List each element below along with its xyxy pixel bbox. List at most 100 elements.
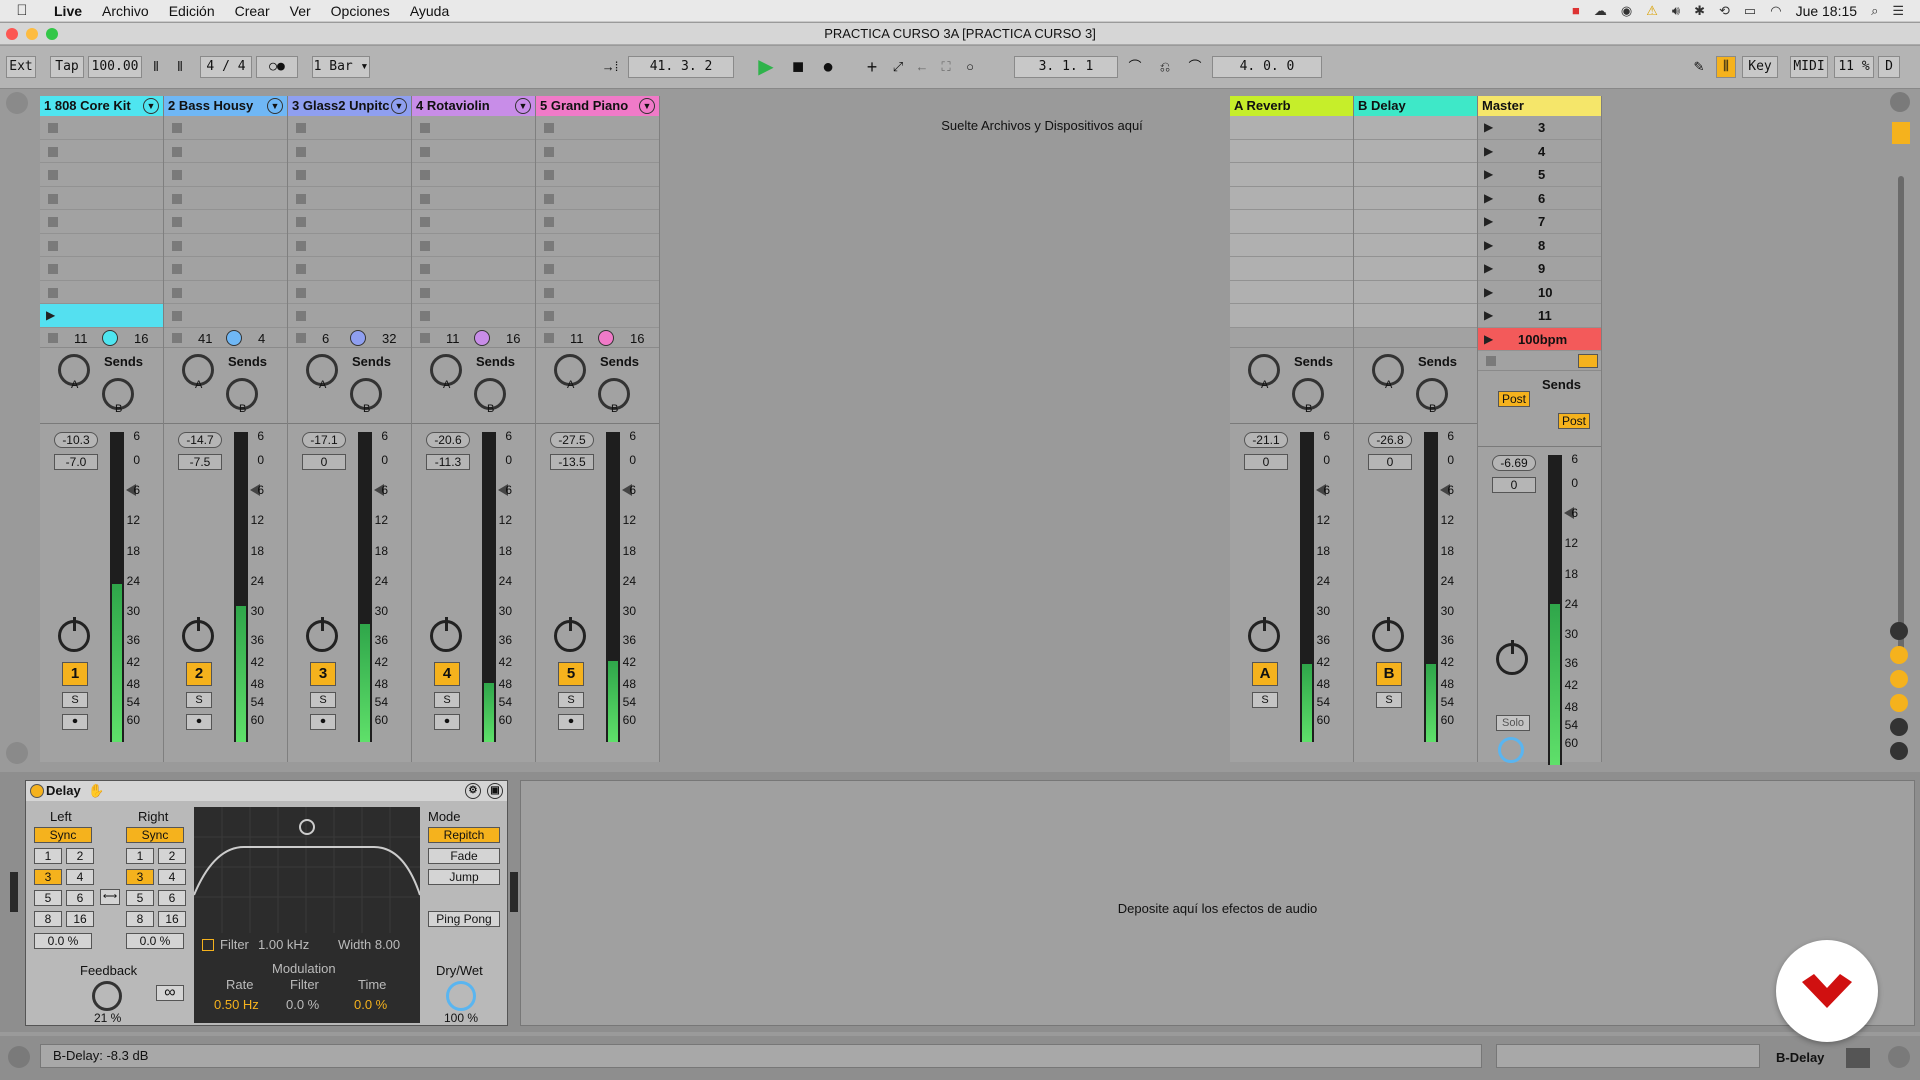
clip-slot[interactable] <box>536 140 659 163</box>
track-input-value[interactable]: 11 <box>74 331 88 346</box>
clip-stop-icon[interactable] <box>296 146 306 157</box>
menu-live[interactable]: Live <box>44 3 92 19</box>
clip-slot[interactable] <box>164 281 287 304</box>
clip-slot[interactable] <box>288 140 411 163</box>
clip-stop-icon[interactable] <box>296 240 306 251</box>
left-sync-button[interactable]: Sync <box>34 827 92 843</box>
scene-launch-icon[interactable]: ▶ <box>1484 144 1493 158</box>
volume-field[interactable]: -17.1 <box>302 431 346 448</box>
time-signature-field[interactable]: 4 / 4 <box>200 56 252 78</box>
volume-field[interactable]: -26.8 <box>1368 431 1412 448</box>
clip-stop-icon[interactable] <box>48 217 58 227</box>
clip-slot[interactable] <box>1354 280 1477 304</box>
menu-ayuda[interactable]: Ayuda <box>400 3 459 19</box>
clip-stop-icon[interactable] <box>48 287 58 298</box>
scene-slot[interactable]: ▶ 10 <box>1478 281 1601 304</box>
filter-width[interactable]: Width 8.00 <box>338 937 400 952</box>
track-output-value[interactable]: 16 <box>506 331 520 346</box>
scene-slot[interactable]: ▶ 7 <box>1478 210 1601 234</box>
return-track-header[interactable]: B Delay <box>1354 96 1477 116</box>
nudge-down-icon[interactable]: ⫴ <box>146 56 166 78</box>
re-enable-automation-icon[interactable]: ← <box>912 56 932 78</box>
apple-menu-icon[interactable]:  <box>0 2 44 19</box>
track-fold-icon[interactable]: ▼ <box>515 98 531 114</box>
clip-slot[interactable] <box>288 281 411 304</box>
session-scrollbar[interactable] <box>1898 176 1904 656</box>
screen-icon[interactable]: ▭ <box>1744 3 1756 19</box>
volume-icon[interactable]: 🔊︎ <box>1672 3 1680 19</box>
clip-stop-all-icon[interactable] <box>48 332 58 343</box>
clip-stop-all-icon[interactable] <box>296 332 306 343</box>
volume-field[interactable]: -6.69 <box>1492 455 1536 471</box>
warning-icon[interactable]: ⚠ <box>1646 3 1658 19</box>
clip-slot[interactable] <box>288 234 411 257</box>
peak-level-field[interactable]: -11.3 <box>426 453 470 470</box>
scene-slot[interactable]: ▶ 4 <box>1478 140 1601 163</box>
delay-time-5-button[interactable]: 5 <box>34 890 62 906</box>
clip-stop-icon[interactable] <box>420 193 430 204</box>
pan-knob[interactable] <box>430 616 462 652</box>
clip-slot[interactable] <box>412 304 535 328</box>
computer-midi-keyboard-icon[interactable]: ⫼ <box>1716 56 1736 78</box>
return-track-header[interactable]: A Reverb <box>1230 96 1353 116</box>
freeze-infinity-button[interactable]: ∞ <box>156 985 184 1001</box>
scene-slot-tempo[interactable]: ▶ 100bpm <box>1478 327 1601 351</box>
overdub-icon[interactable]: + <box>862 56 882 78</box>
clip-slot[interactable] <box>164 187 287 210</box>
clip-slot[interactable] <box>1230 304 1353 328</box>
scene-launch-icon[interactable]: ▶ <box>1484 332 1493 346</box>
clip-stop-all-icon[interactable] <box>172 332 182 343</box>
clip-stop-icon[interactable] <box>172 287 182 298</box>
send-a-knob[interactable]: A <box>1372 353 1404 391</box>
track-activator-button[interactable]: 1 <box>62 661 88 686</box>
post-b-button[interactable]: Post <box>1558 413 1590 429</box>
repitch-button[interactable]: Repitch <box>428 827 500 843</box>
filter-curve[interactable] <box>194 807 420 933</box>
track-output-value[interactable]: 16 <box>630 331 644 346</box>
cloud-icon[interactable]: ☁ <box>1594 3 1607 19</box>
clip-stop-icon[interactable] <box>172 123 182 133</box>
track-view-icon[interactable] <box>1846 1048 1870 1068</box>
nudge-up-icon[interactable]: ⫴ <box>170 56 190 78</box>
arm-record-button[interactable]: ⏺ <box>558 713 584 730</box>
scene-launch-icon[interactable]: ▶ <box>1484 308 1493 322</box>
clip-slot[interactable] <box>412 281 535 304</box>
clip-stop-icon[interactable] <box>544 146 554 157</box>
delay-time-1-button[interactable]: 1 <box>34 848 62 864</box>
peak-level-field[interactable]: 0 <box>302 453 346 470</box>
delay-time-6-button[interactable]: 6 <box>66 890 94 906</box>
arm-record-button[interactable]: ⏺ <box>434 713 460 730</box>
peak-level-field[interactable]: -7.0 <box>54 453 98 470</box>
clip-slot[interactable] <box>536 257 659 281</box>
ping-pong-button[interactable]: Ping Pong <box>428 911 500 927</box>
clip-stop-icon[interactable] <box>544 311 554 321</box>
solo-button[interactable]: S <box>1376 691 1402 708</box>
clip-stop-icon[interactable] <box>296 123 306 133</box>
track-header[interactable]: 4 Rotaviolin ▼ <box>412 96 535 116</box>
record-status-icon[interactable]: ◉ <box>1621 3 1632 19</box>
volume-field[interactable]: -14.7 <box>178 431 222 448</box>
track-activator-button[interactable]: 4 <box>434 661 460 686</box>
clip-slot[interactable] <box>412 116 535 140</box>
info-view-toggle-icon[interactable] <box>8 1046 30 1068</box>
clip-stop-icon[interactable] <box>544 240 554 251</box>
scene-slot[interactable]: ▶ 5 <box>1478 163 1601 187</box>
status-app-icon[interactable]: ■ <box>1572 3 1580 18</box>
track-delay-toggle-icon[interactable] <box>1890 742 1908 760</box>
solo-button[interactable]: S <box>434 691 460 708</box>
clip-stop-icon[interactable] <box>544 217 554 227</box>
track-activator-button[interactable]: A <box>1252 661 1278 686</box>
quantization-select[interactable]: 1 Bar ▾ <box>312 56 370 78</box>
delay-time-4-button[interactable]: 4 <box>66 869 94 885</box>
clip-stop-all-icon[interactable] <box>420 332 430 343</box>
clip-slot[interactable] <box>1230 139 1353 163</box>
fade-button[interactable]: Fade <box>428 848 500 864</box>
peak-level-field[interactable]: -13.5 <box>550 453 594 470</box>
track-color-knob[interactable] <box>598 329 614 346</box>
ext-sync-button[interactable]: Ext <box>6 56 36 78</box>
delay-time-8-button[interactable]: 8 <box>126 911 154 927</box>
minimize-window-icon[interactable] <box>26 28 38 40</box>
track-fold-icon[interactable]: ▼ <box>267 98 283 114</box>
scene-launch-icon[interactable]: ▶ <box>1484 285 1493 299</box>
filter-graph[interactable]: Filter 1.00 kHz Width 8.00 Modulation Ra… <box>194 807 420 1023</box>
